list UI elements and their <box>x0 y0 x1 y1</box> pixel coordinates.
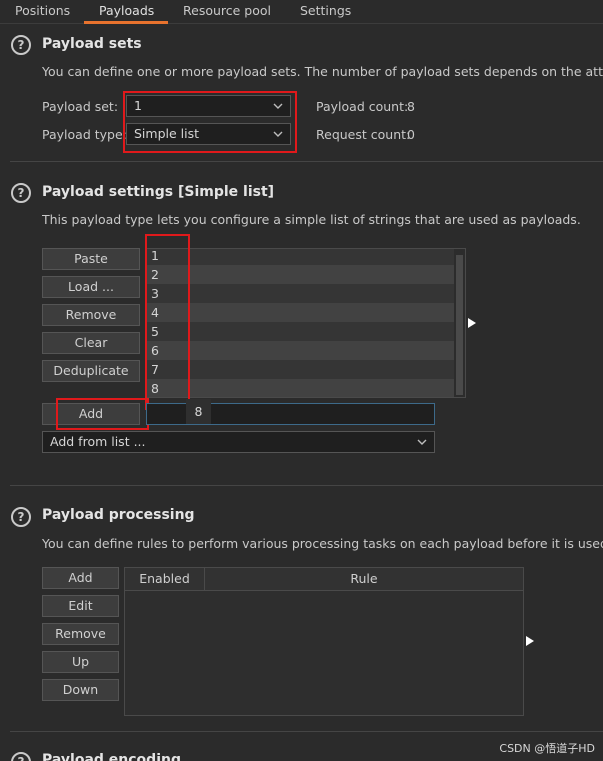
list-item[interactable]: 5 <box>147 322 455 341</box>
down-rule-button[interactable]: Down <box>42 679 119 701</box>
help-icon[interactable]: ? <box>11 507 31 527</box>
list-item[interactable]: 8 <box>147 379 455 397</box>
payload-settings-title: Payload settings [Simple list] <box>42 184 275 200</box>
expand-arrow-icon[interactable] <box>468 318 476 328</box>
rule-table[interactable]: Enabled Rule <box>124 567 524 716</box>
watermark: CSDN @悟道子HD <box>499 742 595 755</box>
payload-encoding-title: Payload encoding <box>42 752 181 761</box>
list-scrollbar[interactable] <box>454 249 465 397</box>
payload-count-label: Payload count: <box>316 99 409 114</box>
remove-button[interactable]: Remove <box>42 304 140 326</box>
tab-settings[interactable]: Settings <box>300 3 351 23</box>
tab-resource-pool[interactable]: Resource pool <box>183 3 271 23</box>
tab-payloads[interactable]: Payloads <box>99 3 154 23</box>
payload-type-label: Payload type: <box>42 127 127 142</box>
load-button[interactable]: Load ... <box>42 276 140 298</box>
tooltip: 8 <box>186 399 211 424</box>
list-item[interactable]: 7 <box>147 360 455 379</box>
chevron-down-icon <box>417 439 427 445</box>
up-rule-button[interactable]: Up <box>42 651 119 673</box>
section-divider <box>10 485 603 486</box>
clear-button[interactable]: Clear <box>42 332 140 354</box>
request-count-value: 0 <box>407 127 415 142</box>
payload-processing-title: Payload processing <box>42 507 195 523</box>
scrollbar-thumb[interactable] <box>456 255 463 395</box>
payload-processing-description: You can define rules to perform various … <box>42 536 603 551</box>
payload-sets-title: Payload sets <box>42 36 142 52</box>
list-item[interactable]: 2 <box>147 265 455 284</box>
active-tab-indicator <box>84 21 168 24</box>
tab-positions[interactable]: Positions <box>15 3 70 23</box>
highlight-box-add <box>56 398 149 430</box>
highlight-box-list <box>145 234 190 410</box>
list-item[interactable]: 1 <box>147 249 455 265</box>
list-item[interactable]: 6 <box>147 341 455 360</box>
edit-rule-button[interactable]: Edit <box>42 595 119 617</box>
payload-settings-description: This payload type lets you configure a s… <box>42 212 581 227</box>
column-header-enabled[interactable]: Enabled <box>125 568 205 590</box>
add-from-list-value: Add from list ... <box>50 434 146 449</box>
expand-arrow-icon[interactable] <box>526 636 534 646</box>
list-item[interactable]: 3 <box>147 284 455 303</box>
add-rule-button[interactable]: Add <box>42 567 119 589</box>
deduplicate-button[interactable]: Deduplicate <box>42 360 140 382</box>
column-header-rule[interactable]: Rule <box>205 568 523 590</box>
section-divider <box>10 161 603 162</box>
paste-button[interactable]: Paste <box>42 248 140 270</box>
payload-count-value: 8 <box>407 99 415 114</box>
section-divider <box>10 731 603 732</box>
help-icon[interactable]: ? <box>11 183 31 203</box>
payload-set-label: Payload set: <box>42 99 119 114</box>
highlight-box-payload-set <box>123 91 297 153</box>
remove-rule-button[interactable]: Remove <box>42 623 119 645</box>
payload-sets-description: You can define one or more payload sets.… <box>42 64 603 79</box>
tab-bar: Positions Payloads Resource pool Setting… <box>0 0 603 24</box>
add-from-list-select[interactable]: Add from list ... <box>42 431 435 453</box>
payload-list[interactable]: 1 2 3 4 5 6 7 8 <box>146 248 466 398</box>
list-item[interactable]: 4 <box>147 303 455 322</box>
help-icon[interactable]: ? <box>11 35 31 55</box>
request-count-label: Request count: <box>316 127 411 142</box>
help-icon[interactable]: ? <box>11 752 31 761</box>
rule-table-header: Enabled Rule <box>125 568 523 591</box>
